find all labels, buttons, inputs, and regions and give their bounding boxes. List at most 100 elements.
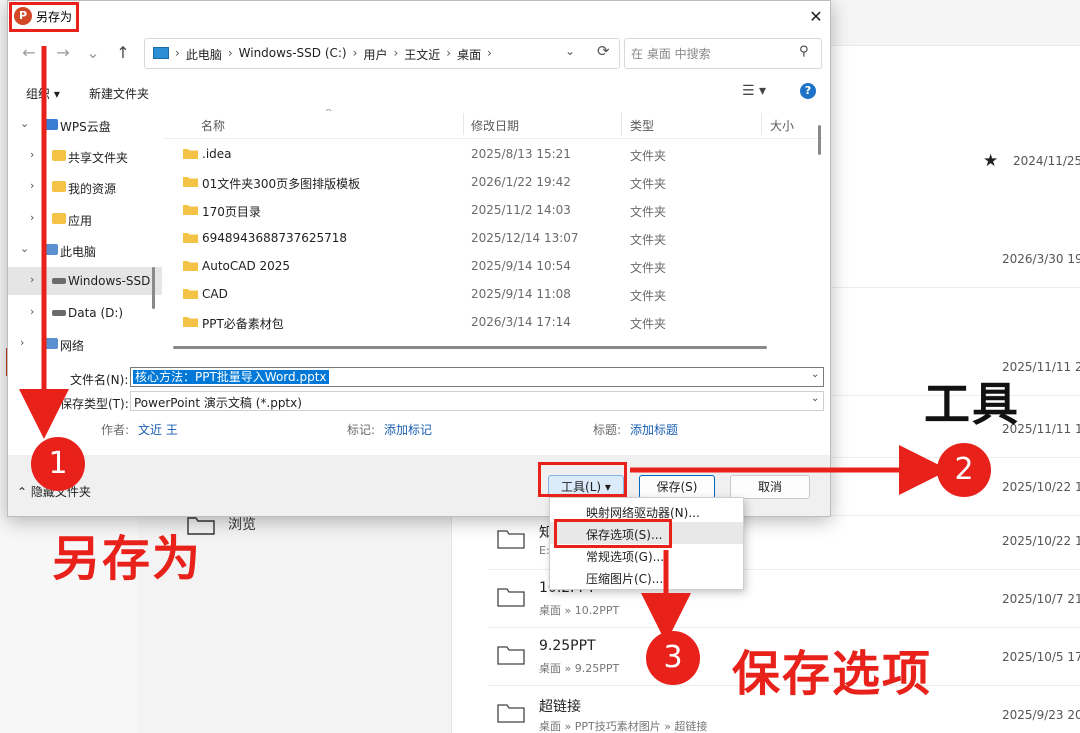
menu-item-compress-pictures[interactable]: 压缩图片(C)... [550,566,743,588]
forward-arrow-icon[interactable]: → [52,42,74,64]
folder-icon [183,149,198,159]
save-button[interactable]: 保存(S) [639,475,715,499]
file-row[interactable]: 01文件夹300页多图排版模板 2026/1/22 19:42 文件夹 [163,168,823,196]
menu-item-label: 压缩图片(C)... [586,572,664,586]
file-row[interactable]: .idea 2025/8/13 15:21 文件夹 [163,140,823,168]
recent-row-date: 2025/10/7 21 [1002,592,1080,606]
column-divider[interactable] [761,113,762,135]
chevron-right-icon[interactable]: › [30,211,34,224]
tree-item-shared-folder[interactable]: › 共享文件夹 [8,142,162,170]
tree-item-my-resources[interactable]: › 我的资源 [8,173,162,201]
filetype-select[interactable]: PowerPoint 演示文稿 (*.pptx) ⌄ [130,391,824,411]
file-name: PPT必备素材包 [202,317,284,331]
file-name: 01文件夹300页多图排版模板 [202,177,361,191]
column-date[interactable]: 修改日期 [471,117,519,134]
pin-star-icon[interactable]: ★ [983,151,998,171]
tree-item-this-pc[interactable]: ⌄ 此电脑 [8,236,162,264]
refresh-icon[interactable]: ⟳ [597,42,610,60]
address-bar[interactable]: › 此电脑 › Windows-SSD (C:) › 用户 › 王文近 › 桌面… [144,38,620,69]
add-tags-link[interactable]: 添加标记 [384,421,432,438]
chevron-right-icon[interactable]: › [30,179,34,192]
search-box: ⚲ [624,38,822,69]
file-list-header: ^ 名称 修改日期 类型 大小 [163,109,823,139]
filename-input[interactable]: 核心方法：PPT批量导入Word.pptx ⌄ [130,367,824,387]
breadcrumb-item[interactable]: 桌面 [457,46,481,63]
help-icon[interactable]: ? [800,83,816,99]
view-options-icon[interactable]: ☰ ▾ [742,83,766,99]
folder-icon [183,289,198,299]
file-list-vertical-scrollbar[interactable] [818,125,821,155]
chevron-right-icon[interactable]: › [30,148,34,161]
browse-label: 浏览 [228,517,256,533]
file-list: ^ 名称 修改日期 类型 大小 .idea 2025/8/13 15:21 文件… [163,109,823,359]
tags-label: 标记: [347,423,376,437]
chevron-right-icon[interactable]: › [30,305,34,318]
column-size[interactable]: 大小 [770,117,794,134]
cancel-button[interactable]: 取消 [730,475,810,499]
search-input[interactable] [631,45,791,63]
breadcrumb-item[interactable]: 王文近 [404,46,440,63]
breadcrumb-item[interactable]: Windows-SSD (C:) [239,46,347,63]
breadcrumb-item[interactable]: 此电脑 [186,46,222,63]
drive-icon [52,278,66,284]
file-row[interactable]: 170页目录 2025/11/2 14:03 文件夹 [163,196,823,224]
breadcrumb-item[interactable]: 用户 [363,46,387,63]
tree-item-network[interactable]: › 网络 [8,330,162,358]
folder-icon [497,530,525,549]
breadcrumb-separator: › [487,46,492,60]
close-icon[interactable]: ✕ [802,4,830,30]
filetype-label: 保存类型(T): [60,397,129,411]
recent-locations-chevron-icon[interactable]: ⌄ [82,42,104,64]
up-arrow-icon[interactable]: ↑ [112,42,134,64]
filename-dropdown-chevron-icon[interactable]: ⌄ [811,369,819,380]
folder-icon [183,205,198,215]
search-icon[interactable]: ⚲ [799,44,809,59]
file-name: 170页目录 [202,205,261,219]
chevron-down-icon[interactable]: ⌄ [20,242,29,255]
column-divider[interactable] [621,113,622,135]
annotation-highlight-tools [538,462,627,497]
tree-item-windows-ssd[interactable]: › Windows-SSD [8,267,162,295]
file-row[interactable]: 6948943688737625718 2025/12/14 13:07 文件夹 [163,224,823,252]
organize-button[interactable]: 组织 ▾ [26,85,60,102]
address-dropdown-chevron-icon[interactable]: ⌄ [565,44,575,58]
navigation-bar: ← → ⌄ ↑ › 此电脑 › Windows-SSD (C:) › 用户 › … [8,33,830,75]
column-name[interactable]: 名称 [201,117,225,134]
column-type[interactable]: 类型 [630,117,654,134]
folder-icon [497,646,525,665]
file-row[interactable]: PPT必备素材包 2026/3/14 17:14 文件夹 [163,308,823,336]
new-folder-button[interactable]: 新建文件夹 [89,85,149,102]
tree-scrollbar[interactable] [152,267,155,309]
tree-item-apps[interactable]: › 应用 [8,205,162,233]
add-title-link[interactable]: 添加标题 [630,421,678,438]
chevron-right-icon[interactable]: › [20,336,24,349]
back-arrow-icon[interactable]: ← [18,42,40,64]
tree-item-data-d[interactable]: › Data (D:) [8,299,162,327]
file-row[interactable]: CAD 2025/9/14 11:08 文件夹 [163,280,823,308]
tree-item-label: 应用 [68,214,93,228]
tree-item-wps-cloud[interactable]: ⌄ WPS云盘 [8,111,162,139]
navigation-tree: ⌄ WPS云盘 › 共享文件夹 › 我的资源 › 应用 ⌄ 此电脑 › Wind… [8,109,162,359]
file-type: 文件夹 [630,289,667,303]
file-type: 文件夹 [630,261,667,275]
chevron-down-icon[interactable]: ⌄ [20,117,29,130]
tree-item-label: 我的资源 [68,182,117,196]
filetype-dropdown-chevron-icon[interactable]: ⌄ [811,393,819,404]
save-form: 文件名(N): 核心方法：PPT批量导入Word.pptx ⌄ 保存类型(T):… [8,359,830,455]
file-row[interactable]: AutoCAD 2025 2025/9/14 10:54 文件夹 [163,252,823,280]
dialog-titlebar[interactable]: P 另存为 ✕ [8,1,830,33]
save-as-dialog: P 另存为 ✕ ← → ⌄ ↑ › 此电脑 › Windows-SSD (C:)… [7,0,831,517]
file-date: 2025/8/13 15:21 [471,147,571,161]
author-value[interactable]: 文近 王 [138,421,178,438]
file-date: 2025/11/2 14:03 [471,203,571,217]
annotation-label-save-options: 保存选项 [732,646,933,702]
file-list-horizontal-scrollbar[interactable] [173,346,767,349]
file-date: 2025/12/14 13:07 [471,231,579,245]
column-divider[interactable] [463,113,464,135]
step-badge-3: 3 [646,631,700,685]
chevron-right-icon[interactable]: › [30,273,34,286]
breadcrumb: › 此电脑 › Windows-SSD (C:) › 用户 › 王文近 › 桌面… [175,46,492,63]
file-name: AutoCAD 2025 [202,259,291,273]
computer-icon [44,244,58,255]
filename-value[interactable]: 核心方法：PPT批量导入Word.pptx [133,370,329,384]
